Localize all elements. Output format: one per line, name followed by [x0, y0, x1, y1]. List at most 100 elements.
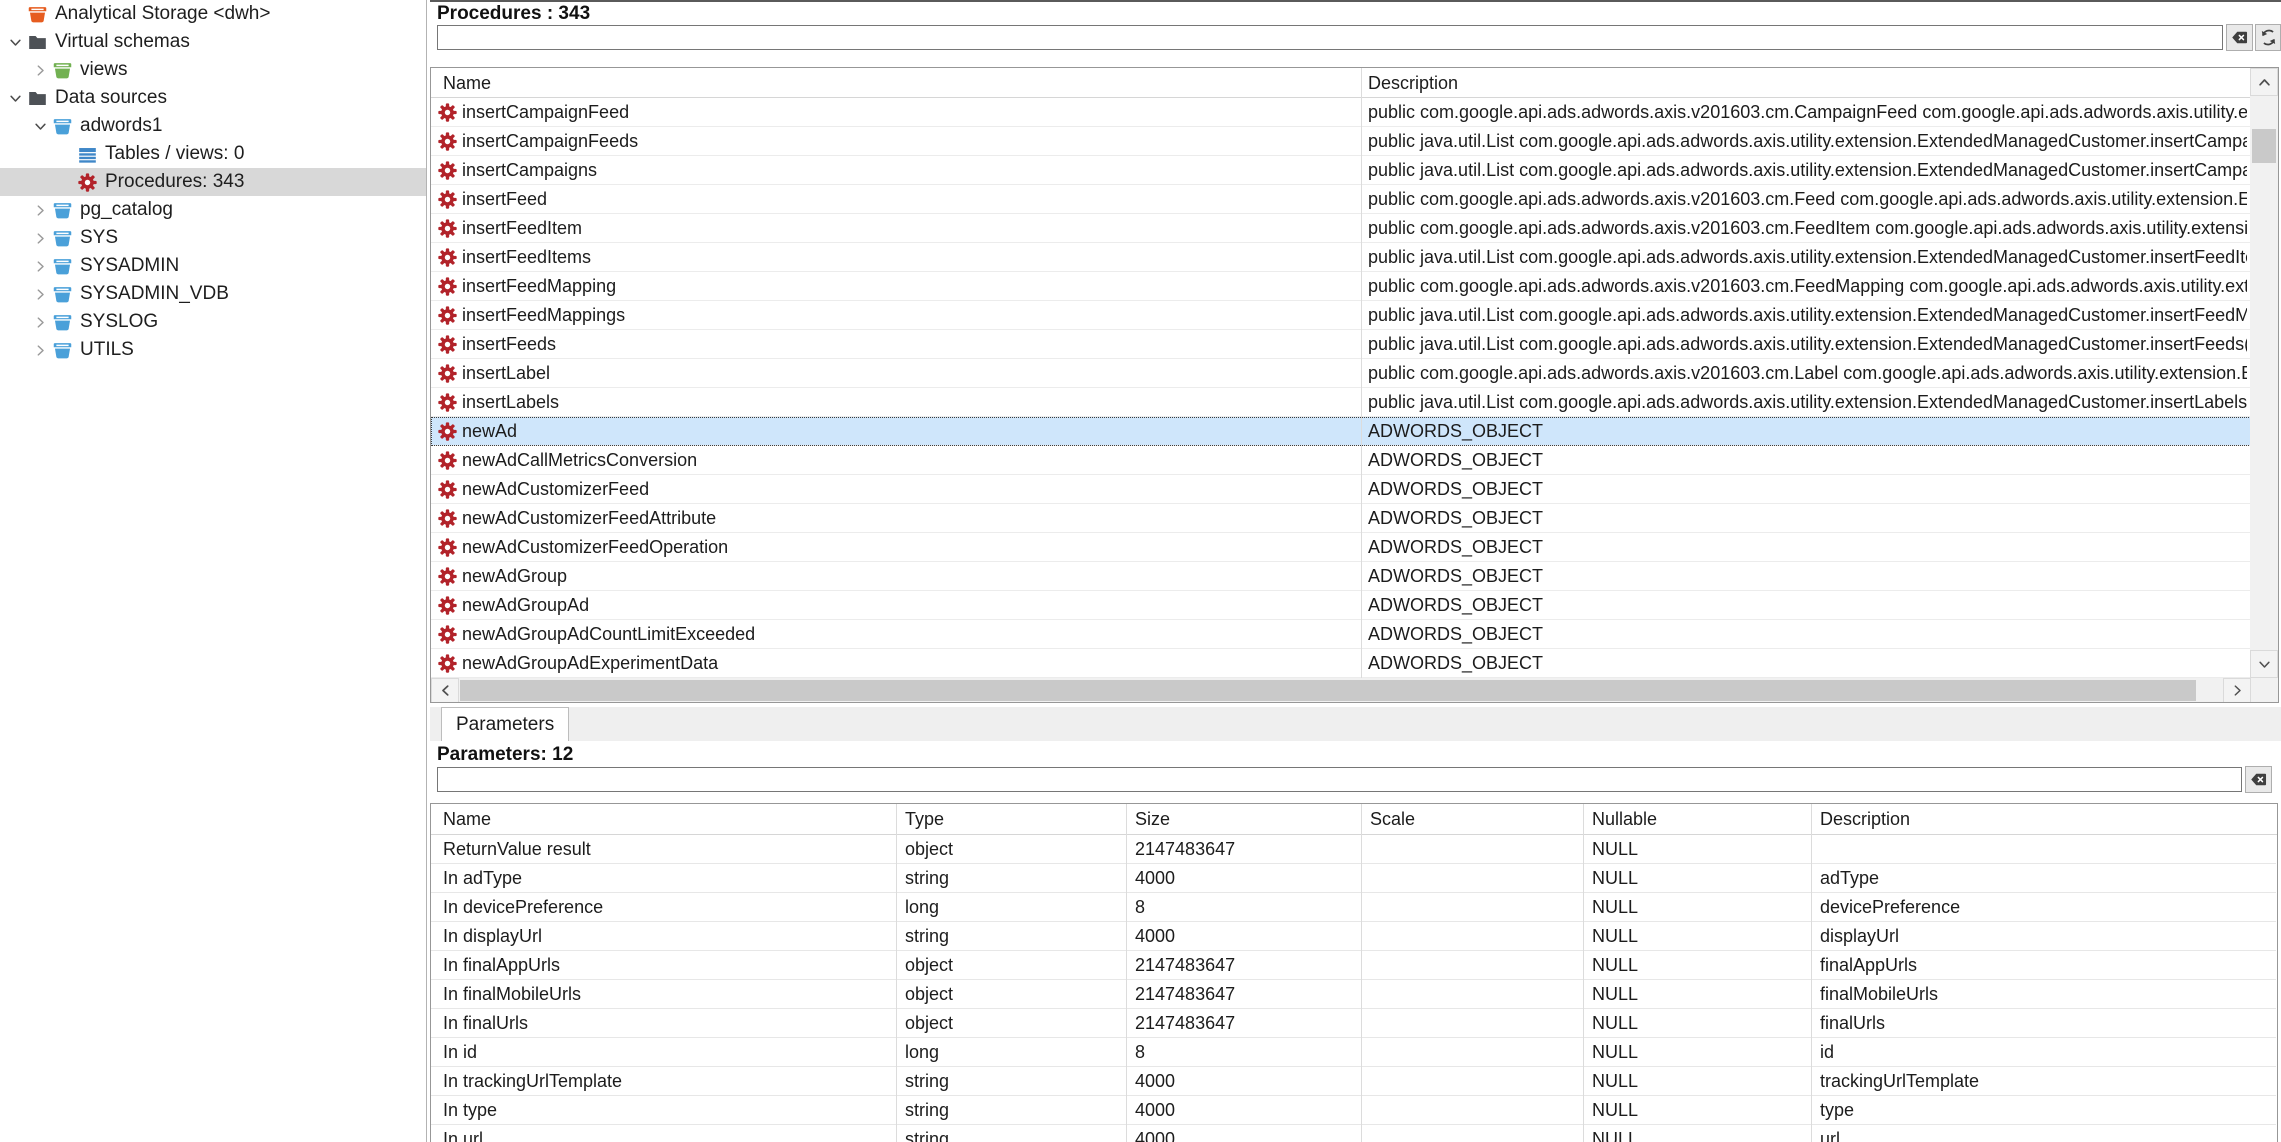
procedure-row-insertfeeds[interactable]: insertFeedspublic java.util.List com.goo… — [431, 330, 2251, 359]
procedure-row-newadcallmetricsconversion[interactable]: newAdCallMetricsConversionADWORDS_OBJECT — [431, 446, 2251, 475]
procedure-description: public com.google.api.ads.adwords.axis.v… — [1368, 214, 2247, 242]
tree-item-procedures-343[interactable]: Procedures: 343 — [0, 168, 427, 196]
procedure-row-newadgroup[interactable]: newAdGroupADWORDS_OBJECT — [431, 562, 2251, 591]
chevron-right-icon[interactable] — [31, 201, 50, 220]
procedure-row-insertcampaigns[interactable]: insertCampaignspublic java.util.List com… — [431, 156, 2251, 185]
parameter-row-in-finalmobileurls[interactable]: In finalMobileUrlsobject2147483647NULLfi… — [431, 980, 2276, 1009]
column-header-description[interactable]: Description — [1820, 804, 1910, 835]
gear-icon — [437, 305, 458, 326]
tree-item-utils[interactable]: UTILS — [0, 336, 427, 364]
procedure-row-insertfeed[interactable]: insertFeedpublic com.google.api.ads.adwo… — [431, 185, 2251, 214]
procedures-vertical-scrollbar[interactable] — [2250, 68, 2278, 678]
procedure-row-insertlabel[interactable]: insertLabelpublic com.google.api.ads.adw… — [431, 359, 2251, 388]
parameter-row-in-finalappurls[interactable]: In finalAppUrlsobject2147483647NULLfinal… — [431, 951, 2276, 980]
parameter-name: In adType — [443, 864, 888, 892]
procedure-row-newad[interactable]: newAdADWORDS_OBJECT — [431, 417, 2251, 446]
procedure-row-insertfeedmapping[interactable]: insertFeedMappingpublic com.google.api.a… — [431, 272, 2251, 301]
tab-parameters[interactable]: Parameters — [441, 707, 569, 741]
procedure-row-newadcustomizerfeedoperation[interactable]: newAdCustomizerFeedOperationADWORDS_OBJE… — [431, 533, 2251, 562]
tree-item-pg-catalog[interactable]: pg_catalog — [0, 196, 427, 224]
storage-blue-icon — [52, 256, 73, 277]
procedure-name: insertFeed — [462, 185, 547, 213]
parameter-name: In finalAppUrls — [443, 951, 888, 979]
procedures-horizontal-scrollbar[interactable] — [431, 678, 2251, 703]
gear-icon — [437, 450, 458, 471]
scroll-left-button[interactable] — [431, 678, 459, 703]
chevron-right-icon[interactable] — [31, 229, 50, 248]
tree-item-label: SYSADMIN_VDB — [80, 283, 229, 305]
column-header-scale[interactable]: Scale — [1370, 804, 1415, 835]
storage-blue-icon — [52, 228, 73, 249]
chevron-down-icon[interactable] — [31, 117, 50, 136]
scroll-down-button[interactable] — [2250, 650, 2278, 678]
parameter-row-in-url[interactable]: In urlstring4000NULLurl — [431, 1125, 2276, 1142]
tree-item-sysadmin-vdb[interactable]: SYSADMIN_VDB — [0, 280, 427, 308]
tree-item-virtual-schemas[interactable]: Virtual schemas — [0, 28, 427, 56]
column-header-description[interactable]: Description — [1368, 68, 1458, 98]
tree-item-analytical-storage-dwh[interactable]: Analytical Storage <dwh> — [0, 0, 427, 28]
parameter-row-in-trackingurltemplate[interactable]: In trackingUrlTemplatestring4000NULLtrac… — [431, 1067, 2276, 1096]
column-header-name[interactable]: Name — [443, 68, 491, 98]
parameter-name: In finalMobileUrls — [443, 980, 888, 1008]
gear-icon — [437, 160, 458, 181]
parameter-row-in-id[interactable]: In idlong8NULLid — [431, 1038, 2276, 1067]
column-header-size[interactable]: Size — [1135, 804, 1170, 835]
parameter-type: object — [905, 835, 1118, 863]
horizontal-scroll-thumb[interactable] — [460, 680, 2196, 701]
tree-item-tables-views-0[interactable]: Tables / views: 0 — [0, 140, 427, 168]
chevron-right-icon[interactable] — [31, 257, 50, 276]
column-header-type[interactable]: Type — [905, 804, 944, 835]
procedure-row-newadcustomizerfeedattribute[interactable]: newAdCustomizerFeedAttributeADWORDS_OBJE… — [431, 504, 2251, 533]
procedure-row-insertfeeditem[interactable]: insertFeedItempublic com.google.api.ads.… — [431, 214, 2251, 243]
parameter-name: In finalUrls — [443, 1009, 888, 1037]
tree-item-sysadmin[interactable]: SYSADMIN — [0, 252, 427, 280]
scroll-up-button[interactable] — [2250, 68, 2278, 96]
procedure-row-newadgroupadcountlimitexceeded[interactable]: newAdGroupAdCountLimitExceededADWORDS_OB… — [431, 620, 2251, 649]
parameter-name: In id — [443, 1038, 888, 1066]
tree-item-label: Tables / views: 0 — [105, 143, 244, 165]
procedures-filter-input[interactable] — [437, 25, 2223, 50]
gear-icon — [77, 172, 98, 193]
procedure-name: newAdGroup — [462, 562, 567, 590]
parameter-nullable: NULL — [1592, 980, 1803, 1008]
chevron-right-icon[interactable] — [31, 285, 50, 304]
parameter-row-in-finalurls[interactable]: In finalUrlsobject2147483647NULLfinalUrl… — [431, 1009, 2276, 1038]
parameter-row-in-adtype[interactable]: In adTypestring4000NULLadType — [431, 864, 2276, 893]
chevron-down-icon[interactable] — [6, 89, 25, 108]
procedure-row-insertfeeditems[interactable]: insertFeedItemspublic java.util.List com… — [431, 243, 2251, 272]
procedure-row-newadcustomizerfeed[interactable]: newAdCustomizerFeedADWORDS_OBJECT — [431, 475, 2251, 504]
procedure-row-insertcampaignfeeds[interactable]: insertCampaignFeedspublic java.util.List… — [431, 127, 2251, 156]
parameter-row-in-displayurl[interactable]: In displayUrlstring4000NULLdisplayUrl — [431, 922, 2276, 951]
parameter-name: In url — [443, 1125, 888, 1142]
parameters-filter-input[interactable] — [437, 767, 2242, 792]
procedure-row-newadgroupad[interactable]: newAdGroupAdADWORDS_OBJECT — [431, 591, 2251, 620]
tree-item-adwords1[interactable]: adwords1 — [0, 112, 427, 140]
vertical-scroll-thumb[interactable] — [2252, 129, 2276, 163]
tree-item-views[interactable]: views — [0, 56, 427, 84]
column-header-nullable[interactable]: Nullable — [1592, 804, 1657, 835]
column-divider — [1583, 804, 1584, 1142]
scroll-right-button[interactable] — [2223, 678, 2251, 703]
tree-item-syslog[interactable]: SYSLOG — [0, 308, 427, 336]
parameter-row-in-type[interactable]: In typestring4000NULLtype — [431, 1096, 2276, 1125]
procedures-refresh-button[interactable] — [2255, 24, 2281, 51]
parameters-clear-filter-button[interactable] — [2245, 766, 2272, 793]
tree-item-sys[interactable]: SYS — [0, 224, 427, 252]
chevron-right-icon[interactable] — [31, 341, 50, 360]
storage-blue-icon — [52, 284, 73, 305]
column-header-name[interactable]: Name — [443, 804, 491, 835]
procedure-description: ADWORDS_OBJECT — [1368, 446, 2247, 474]
procedure-row-insertfeedmappings[interactable]: insertFeedMappingspublic java.util.List … — [431, 301, 2251, 330]
parameter-row-returnvalue-result[interactable]: ReturnValue resultobject2147483647NULL — [431, 835, 2276, 864]
chevron-right-icon[interactable] — [31, 61, 50, 80]
chevron-down-icon[interactable] — [6, 33, 25, 52]
chevron-right-icon[interactable] — [31, 313, 50, 332]
parameter-row-in-devicepreference[interactable]: In devicePreferencelong8NULLdevicePrefer… — [431, 893, 2276, 922]
procedure-row-insertlabels[interactable]: insertLabelspublic java.util.List com.go… — [431, 388, 2251, 417]
parameter-nullable: NULL — [1592, 1067, 1803, 1095]
parameter-description: finalUrls — [1820, 1009, 2270, 1037]
procedure-row-insertcampaignfeed[interactable]: insertCampaignFeedpublic com.google.api.… — [431, 98, 2251, 127]
procedure-row-newadgroupadexperimentdata[interactable]: newAdGroupAdExperimentDataADWORDS_OBJECT — [431, 649, 2251, 678]
tree-item-data-sources[interactable]: Data sources — [0, 84, 427, 112]
procedures-clear-filter-button[interactable] — [2226, 24, 2253, 51]
